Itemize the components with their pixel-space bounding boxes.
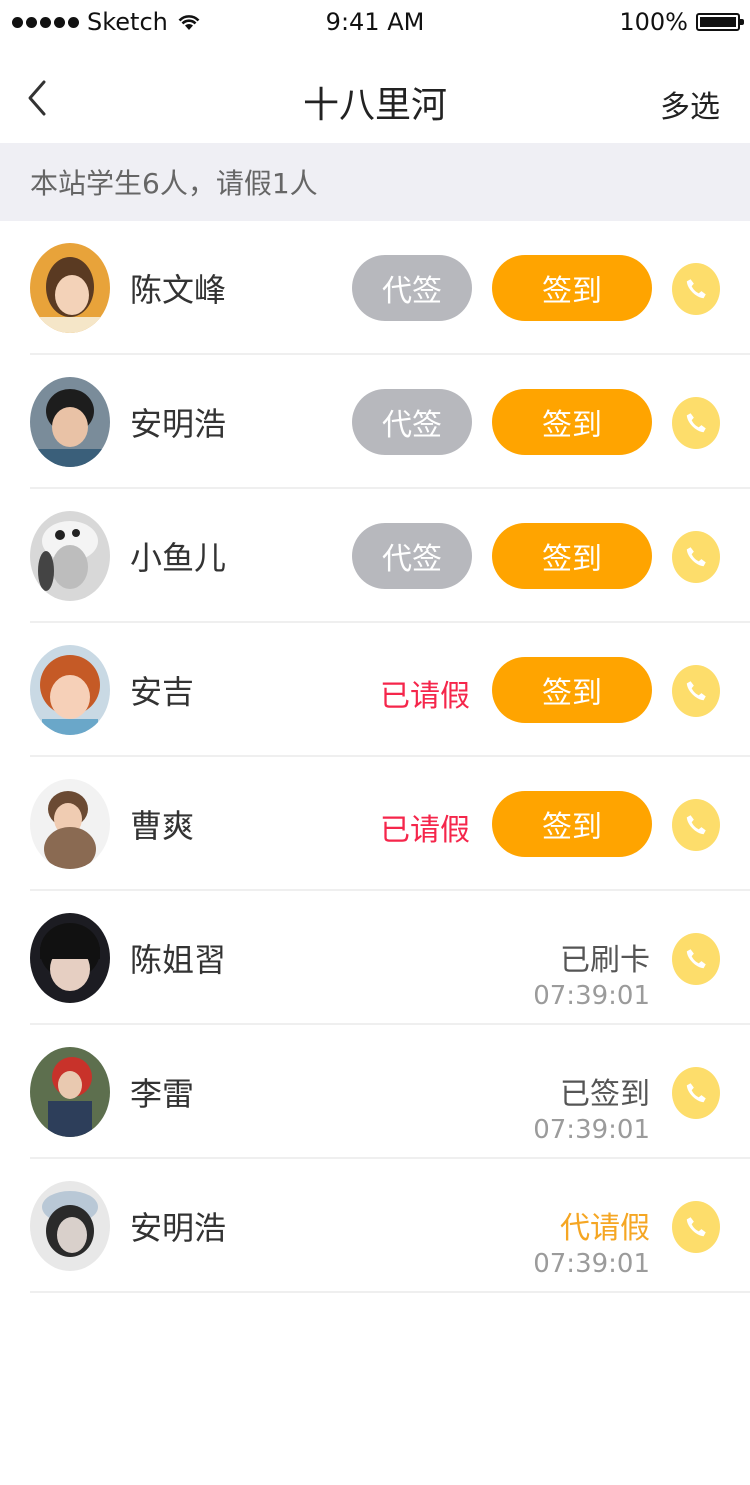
avatar [30, 779, 110, 869]
list-item: 陈姐習 已刷卡 07:39:01 [0, 891, 750, 1025]
call-button[interactable] [672, 933, 720, 985]
list-item: 曹爽 已请假 签到 [0, 757, 750, 891]
list-item: 李雷 已签到 07:39:01 [0, 1025, 750, 1159]
student-name: 李雷 [130, 1075, 195, 1113]
check-status: 已签到 [560, 1077, 650, 1112]
sign-in-button[interactable]: 签到 [492, 657, 652, 723]
proxy-sign-button[interactable]: 代签 [352, 255, 472, 321]
check-time: 07:39:01 [533, 1249, 650, 1279]
sign-in-button[interactable]: 签到 [492, 255, 652, 321]
sign-in-button[interactable]: 签到 [492, 523, 652, 589]
check-status: 已刷卡 [560, 943, 650, 978]
phone-icon [686, 815, 706, 835]
call-button[interactable] [672, 397, 720, 449]
proxy-sign-button[interactable]: 代签 [352, 389, 472, 455]
phone-icon [686, 1217, 706, 1237]
phone-icon [686, 1083, 706, 1103]
check-time: 07:39:01 [533, 981, 650, 1011]
phone-icon [686, 949, 706, 969]
list-item: 陈文峰 代签 签到 [0, 221, 750, 355]
sign-in-button[interactable]: 签到 [492, 389, 652, 455]
sign-in-button[interactable]: 签到 [492, 791, 652, 857]
battery-group: 100% [619, 8, 744, 36]
phone-icon [686, 279, 706, 299]
avatar [30, 1047, 110, 1137]
status-bar: Sketch 9:41 AM 100% [0, 0, 750, 44]
nav-bar: 十八里河 多选 [0, 54, 750, 142]
student-list: 陈文峰 代签 签到 安明浩 代签 签到 小鱼儿 代签 签到 安吉 已请假 签到 … [0, 221, 750, 1293]
list-item: 安吉 已请假 签到 [0, 623, 750, 757]
avatar [30, 645, 110, 735]
leave-status: 已请假 [380, 679, 470, 714]
student-name: 陈文峰 [130, 271, 227, 309]
multi-select-button[interactable]: 多选 [660, 82, 720, 126]
check-time: 07:39:01 [533, 1115, 650, 1145]
call-button[interactable] [672, 1067, 720, 1119]
avatar [30, 913, 110, 1003]
student-name: 陈姐習 [130, 941, 227, 979]
student-name: 曹爽 [130, 807, 195, 845]
summary-banner: 本站学生6人，请假1人 [0, 143, 750, 221]
list-item: 安明浩 代签 签到 [0, 355, 750, 489]
avatar [30, 1181, 110, 1271]
battery-icon [696, 13, 744, 31]
leave-status: 已请假 [380, 813, 470, 848]
call-button[interactable] [672, 799, 720, 851]
call-button[interactable] [672, 665, 720, 717]
student-name: 安明浩 [130, 1209, 227, 1247]
list-item: 安明浩 代请假 07:39:01 [0, 1159, 750, 1293]
call-button[interactable] [672, 1201, 720, 1253]
check-status: 代请假 [560, 1211, 650, 1246]
student-name: 安明浩 [130, 405, 227, 443]
phone-icon [686, 547, 706, 567]
avatar [30, 511, 110, 601]
page-title: 十八里河 [302, 85, 447, 126]
student-name: 小鱼儿 [130, 539, 227, 577]
avatar [30, 377, 110, 467]
battery-percent: 100% [619, 8, 688, 36]
list-item: 小鱼儿 代签 签到 [0, 489, 750, 623]
proxy-sign-button[interactable]: 代签 [352, 523, 472, 589]
call-button[interactable] [672, 263, 720, 315]
call-button[interactable] [672, 531, 720, 583]
phone-icon [686, 413, 706, 433]
student-name: 安吉 [130, 673, 195, 711]
phone-icon [686, 681, 706, 701]
avatar [30, 243, 110, 333]
